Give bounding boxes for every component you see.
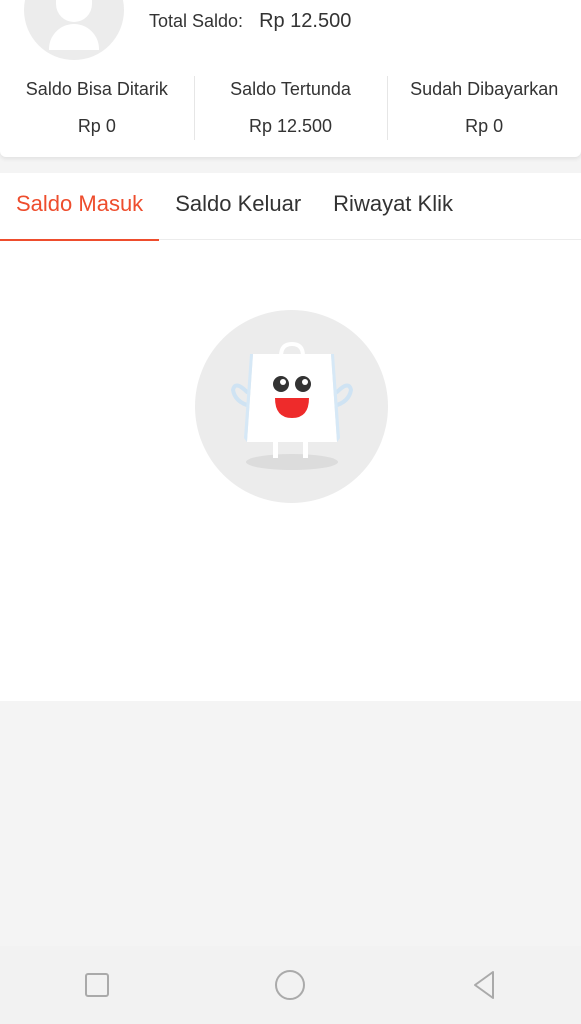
stat-label: Saldo Bisa Ditarik	[25, 79, 168, 99]
total-balance-row: Total Saldo: Rp 12.500	[149, 10, 351, 33]
stat-label: Saldo Tertunda	[230, 79, 351, 99]
stat-label: Sudah Dibayarkan	[410, 79, 559, 99]
home-button[interactable]	[260, 955, 320, 1015]
avatar	[24, 0, 124, 60]
square-icon	[84, 973, 109, 997]
tab-bar: Saldo Masuk Saldo Keluar Riwayat Klik	[0, 173, 581, 241]
back-button[interactable]	[454, 955, 514, 1015]
stat-pending: Saldo Tertunda Rp 12.500	[193, 76, 388, 142]
total-balance-value: Rp 12.500	[259, 10, 352, 32]
tab-saldo-masuk[interactable]: Saldo Masuk	[0, 173, 160, 241]
stat-withdrawable: Saldo Bisa Ditarik Rp 0	[0, 76, 194, 142]
system-navigation-bar	[0, 946, 581, 1024]
stat-paid: Sudah Dibayarkan Rp 0	[387, 76, 581, 142]
shopping-bag-mascot-icon	[230, 341, 354, 470]
empty-state-illustration	[195, 310, 388, 503]
stat-value: Rp 0	[77, 116, 116, 136]
circle-icon	[275, 970, 306, 1000]
transactions-panel: Saldo Masuk Saldo Keluar Riwayat Klik	[0, 173, 581, 701]
balance-summary-card: Total Saldo: Rp 12.500 Saldo Bisa Ditari…	[0, 0, 581, 157]
balance-stats: Saldo Bisa Ditarik Rp 0 Saldo Tertunda R…	[0, 76, 581, 142]
stat-value: Rp 12.500	[248, 116, 333, 136]
triangle-back-icon	[474, 971, 495, 999]
stat-value: Rp 0	[465, 116, 504, 136]
affiliate-balance-screen: Total Saldo: Rp 12.500 Saldo Bisa Ditari…	[0, 0, 581, 1024]
tab-riwayat-klik[interactable]: Riwayat Klik	[317, 173, 469, 240]
tab-saldo-keluar[interactable]: Saldo Keluar	[159, 173, 317, 240]
total-balance-label: Total Saldo:	[149, 11, 244, 31]
recents-button[interactable]	[67, 955, 127, 1015]
